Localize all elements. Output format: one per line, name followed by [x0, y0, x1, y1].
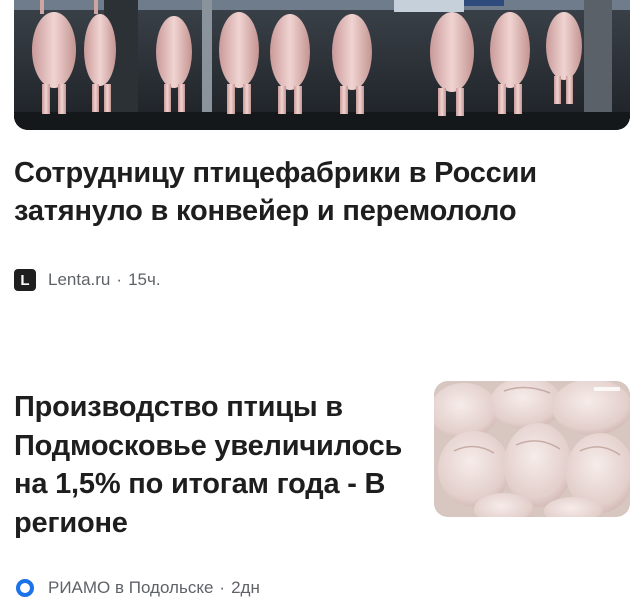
- poultry-conveyor-photo: [14, 0, 630, 130]
- chicken-carcasses-photo: [434, 381, 630, 517]
- article-2-separator: ·: [219, 578, 226, 597]
- article-1-headline[interactable]: Сотрудницу птицефабрики в России затянул…: [14, 154, 626, 230]
- article-2-source-row: РИАМО в Подольске · 2дн: [14, 576, 260, 600]
- article-1-separator: ·: [116, 270, 123, 289]
- article-1-source-row: L Lenta.ru · 15ч.: [14, 268, 161, 292]
- lenta-logo-icon: L: [14, 269, 36, 291]
- riamo-ring-icon: [14, 577, 36, 599]
- article-1-timestamp: 15ч.: [128, 270, 161, 289]
- article-2-source-name[interactable]: РИАМО в Подольске: [48, 578, 213, 598]
- article-2-timestamp: 2дн: [231, 578, 260, 597]
- article-2-headline[interactable]: Производство птицы в Подмосковье увеличи…: [14, 388, 414, 542]
- article-2-image[interactable]: [434, 381, 630, 517]
- article-1-source-name[interactable]: Lenta.ru: [48, 270, 110, 290]
- article-1-image[interactable]: [14, 0, 630, 130]
